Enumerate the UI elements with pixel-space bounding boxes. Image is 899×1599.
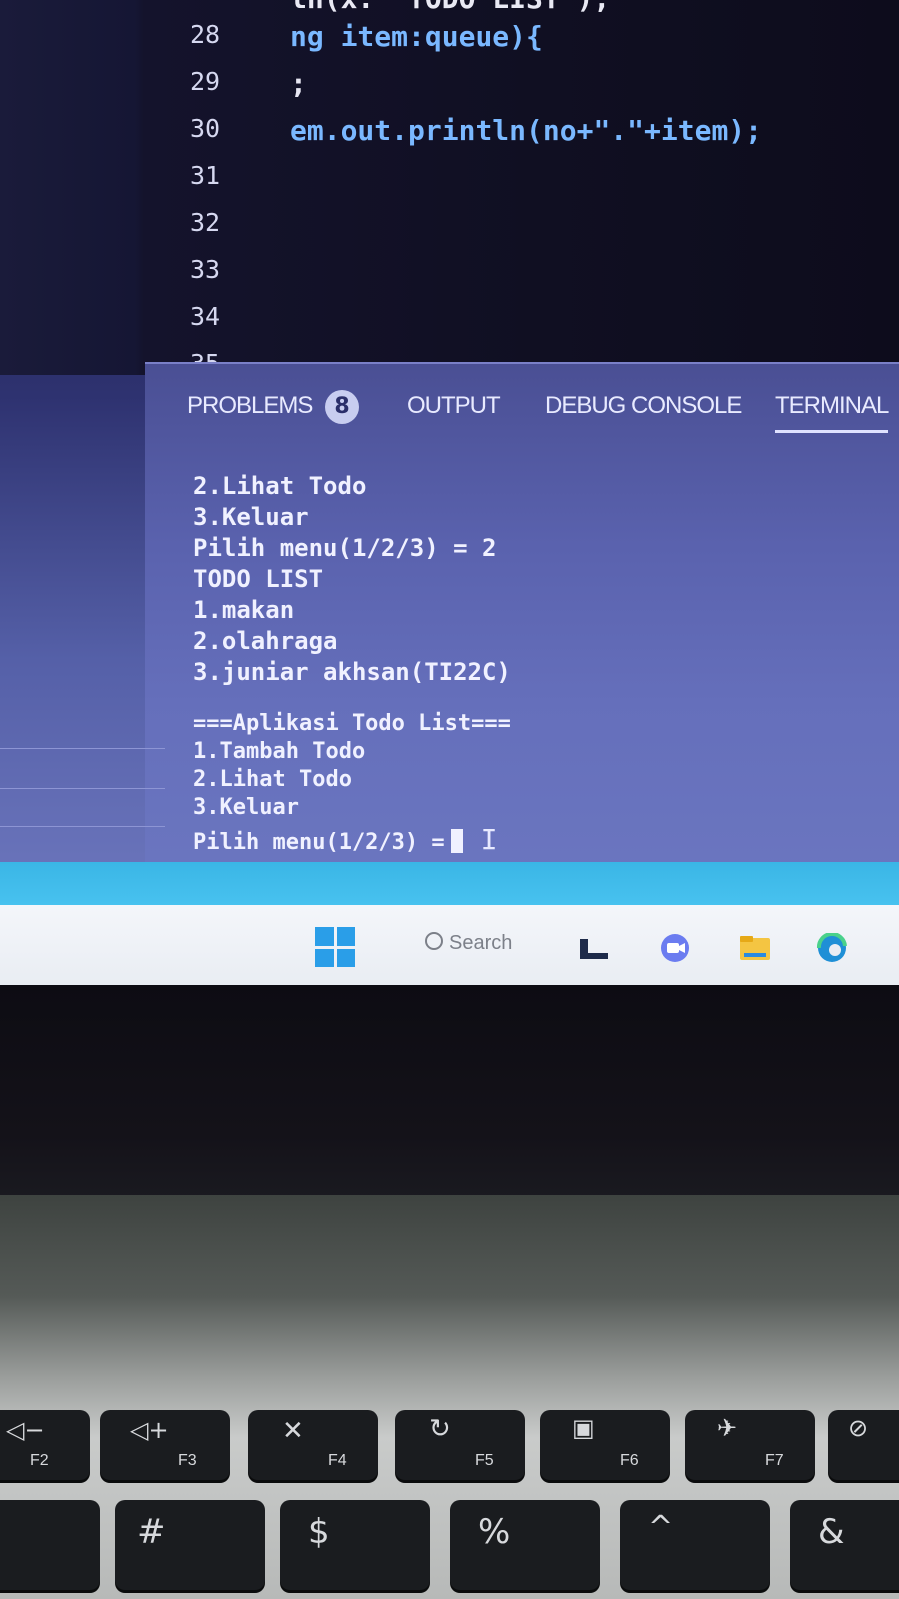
key-symbol: % — [478, 1512, 511, 1552]
teams-chat-icon[interactable] — [658, 933, 692, 963]
key-f7[interactable]: ✈ F7 — [685, 1410, 815, 1480]
terminal-line: TODO LIST — [193, 565, 324, 593]
code-line: ng item:queue){ — [290, 20, 543, 53]
search-placeholder: Search — [449, 932, 513, 954]
key-4[interactable]: $ — [280, 1500, 430, 1590]
text-cursor — [450, 829, 463, 853]
terminal-line: 2.Lihat Todo — [193, 767, 352, 792]
ibeam-cursor-icon: I — [480, 823, 498, 856]
line-number: 32 — [190, 208, 221, 237]
line-number: 34 — [190, 302, 221, 331]
laptop-bezel — [0, 985, 899, 1200]
line-number: 31 — [190, 161, 221, 190]
laptop-keyboard-deck: ◁− F2 ◁+ F3 ✕ F4 ↻ F5 ▣ F6 ✈ F7 ⊘ # $ % … — [0, 1195, 899, 1599]
refresh-icon: ↻ — [429, 1414, 451, 1444]
line-number-gutter: 28 29 30 31 32 33 34 35 — [190, 20, 250, 363]
key-3[interactable]: # — [115, 1500, 265, 1590]
key-label: F2 — [30, 1452, 49, 1469]
key-label: F6 — [620, 1452, 639, 1469]
volume-up-icon: ◁+ — [130, 1416, 169, 1444]
search-box[interactable]: Search — [425, 932, 512, 955]
bottom-panel: PROBLEMS 8 OUTPUT DEBUG CONSOLE TERMINAL… — [145, 362, 899, 884]
volume-down-icon: ◁− — [6, 1416, 45, 1444]
line-number: 29 — [190, 67, 221, 96]
problems-count-badge: 8 — [325, 390, 359, 424]
taskbar: Search — [0, 905, 899, 985]
code-line: ; — [290, 67, 307, 100]
key-f4[interactable]: ✕ F4 — [248, 1410, 378, 1480]
tab-debug-console[interactable]: DEBUG CONSOLE — [545, 392, 742, 420]
terminal-line: 1.makan — [193, 596, 295, 624]
key-2[interactable] — [0, 1500, 100, 1590]
tab-output[interactable]: OUTPUT — [407, 392, 501, 420]
code-lines[interactable]: ng item:queue){ ; em.out.println(no+"."+… — [290, 20, 899, 161]
edge-browser-icon[interactable] — [815, 933, 849, 963]
terminal-line: 2.olahraga — [193, 627, 338, 655]
line-number: 28 — [190, 20, 221, 49]
terminal-line: 2.Lihat Todo — [193, 472, 367, 500]
key-f5[interactable]: ↻ F5 — [395, 1410, 525, 1480]
key-f3[interactable]: ◁+ F3 — [100, 1410, 230, 1480]
terminal-line: Pilih menu(1/2/3) = 2 — [193, 534, 497, 562]
key-label: F3 — [178, 1452, 197, 1469]
terminal-line: ===Aplikasi Todo List=== — [193, 711, 511, 736]
key-f2[interactable]: ◁− F2 — [0, 1410, 90, 1480]
key-label: F5 — [475, 1452, 494, 1469]
code-line-partial: ln(x: "TODO LIST"); — [290, 0, 610, 15]
key-label: F4 — [328, 1452, 347, 1469]
key-5[interactable]: % — [450, 1500, 600, 1590]
screen-off-icon: ▣ — [572, 1414, 595, 1442]
airplane-icon: ✈ — [717, 1414, 738, 1442]
key-camera[interactable]: ⊘ — [828, 1410, 899, 1480]
terminal-output[interactable]: 2.Lihat Todo 3.Keluar Pilih menu(1/2/3) … — [193, 472, 511, 856]
file-explorer-icon[interactable] — [738, 933, 772, 963]
code-line: em.out.println(no+"."+item); — [290, 114, 763, 147]
key-6[interactable]: ^ — [620, 1500, 770, 1590]
code-editor[interactable]: ln(x: "TODO LIST"); 28 29 30 31 32 33 34… — [0, 0, 899, 375]
line-number: 35 — [190, 349, 250, 363]
key-symbol: $ — [308, 1512, 330, 1552]
task-view-icon[interactable] — [578, 933, 612, 963]
mic-mute-icon: ✕ — [282, 1416, 304, 1446]
line-number: 30 — [190, 114, 221, 143]
key-f6[interactable]: ▣ F6 — [540, 1410, 670, 1480]
terminal-prompt-line[interactable]: Pilih menu(1/2/3) = I — [193, 823, 511, 856]
key-symbol: # — [137, 1512, 166, 1552]
key-label: F7 — [765, 1452, 784, 1469]
terminal-line: 1.Tambah Todo — [193, 739, 366, 764]
terminal-line: 3.Keluar — [193, 503, 309, 531]
tab-problems[interactable]: PROBLEMS — [187, 392, 313, 420]
status-bar — [0, 862, 899, 910]
terminal-prompt: Pilih menu(1/2/3) = — [193, 830, 445, 855]
laptop-screen: ln(x: "TODO LIST"); 28 29 30 31 32 33 34… — [0, 0, 899, 1000]
key-symbol: & — [818, 1512, 845, 1552]
tab-terminal[interactable]: TERMINAL — [775, 392, 889, 433]
key-7[interactable]: & — [790, 1500, 899, 1590]
terminal-line: 3.Keluar — [193, 795, 299, 820]
panel-tabs: PROBLEMS 8 OUTPUT DEBUG CONSOLE TERMINAL — [185, 390, 899, 437]
line-number: 33 — [190, 255, 221, 284]
windows-start-icon[interactable] — [315, 927, 355, 967]
terminal-line: 3.juniar akhsan(TI22C) — [193, 658, 511, 686]
camera-off-icon: ⊘ — [848, 1414, 869, 1442]
key-symbol: ^ — [648, 1510, 674, 1545]
search-icon — [425, 932, 443, 950]
